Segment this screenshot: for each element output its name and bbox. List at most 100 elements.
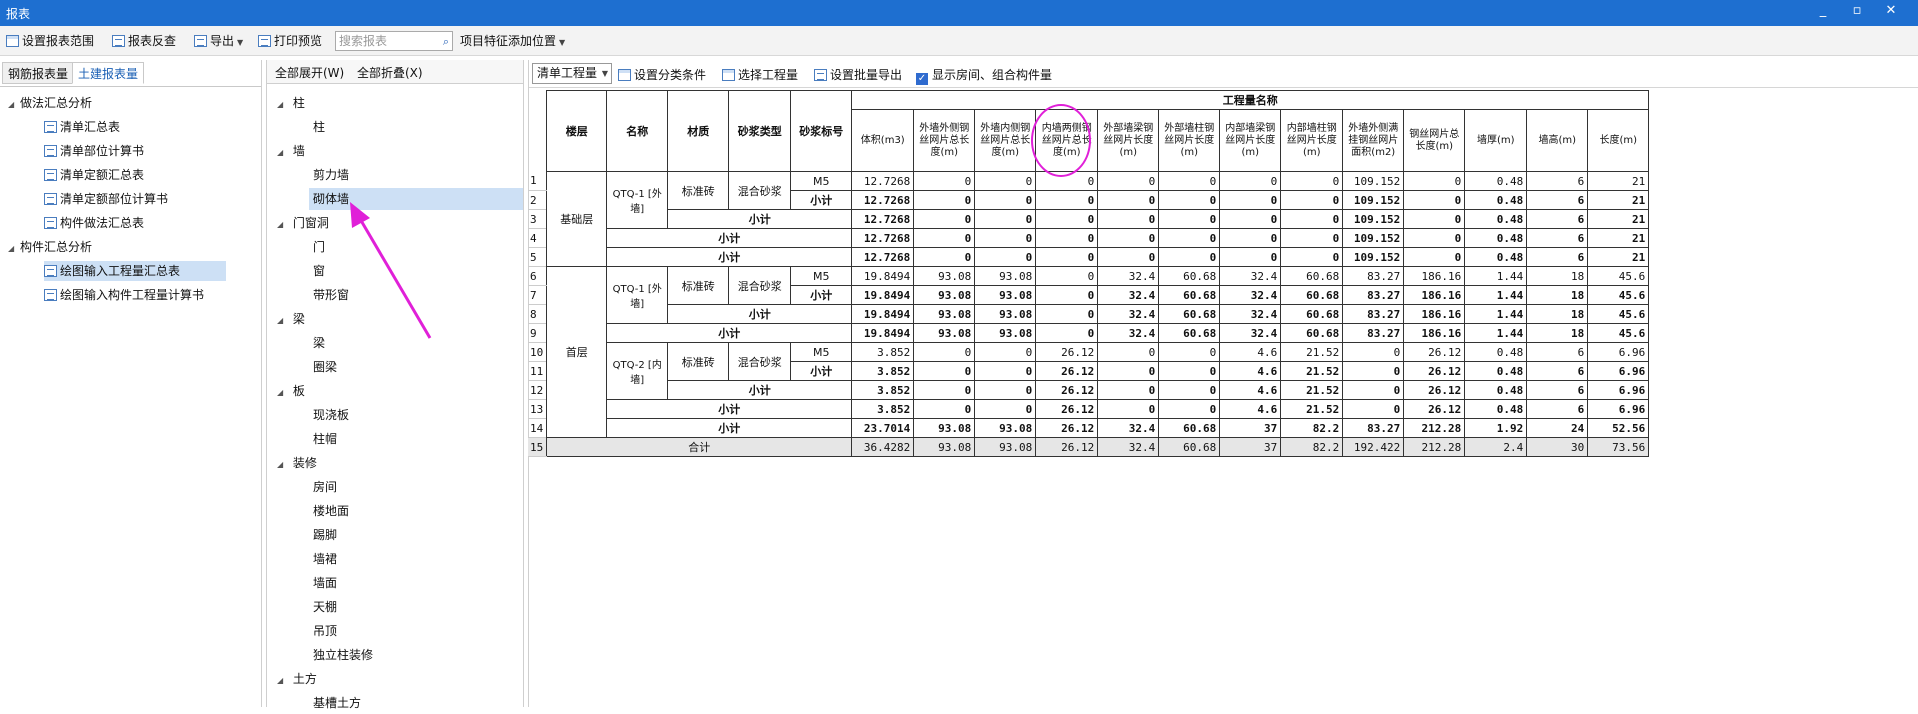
- table-cell[interactable]: 0: [913, 190, 976, 210]
- table-cell[interactable]: 21: [1587, 228, 1650, 248]
- table-cell[interactable]: 0: [1035, 171, 1099, 191]
- column-header[interactable]: 内部墙梁钢丝网片长度(m): [1219, 109, 1282, 172]
- table-cell[interactable]: 93.08: [974, 437, 1037, 457]
- table-cell[interactable]: 0: [974, 171, 1037, 191]
- tree-leaf[interactable]: 天棚: [313, 596, 337, 618]
- table-row[interactable]: 6 首层 QTQ-1 [外墙] 标准砖 混合砂浆 M5 19.8494 93.08…: [528, 266, 1650, 438]
- column-header[interactable]: 钢丝网片总长度(m): [1403, 109, 1466, 172]
- cell-subtotal-label[interactable]: 小计: [606, 399, 853, 419]
- table-cell[interactable]: 0: [1035, 304, 1099, 324]
- table-row[interactable]: 12 小计 3.852 0 0 26.12 0 0 4.6 21.52 0 26.12 0.48 6 6…: [528, 380, 1650, 400]
- table-cell[interactable]: 0: [1219, 247, 1282, 267]
- cell-material[interactable]: 标准砖: [667, 342, 730, 381]
- table-row[interactable]: 5 小计 12.7268 0 0 0 0 0 0 0 109.152 0 0.48 6 21: [528, 247, 1650, 267]
- tree-group-method-summary[interactable]: ◢ 做法汇总分析: [8, 93, 92, 113]
- expand-icon[interactable]: ◢: [277, 94, 289, 116]
- column-header[interactable]: 外部墙梁钢丝网片长度(m): [1097, 109, 1160, 172]
- table-cell[interactable]: 26.12: [1035, 418, 1099, 438]
- table-cell[interactable]: 93.08: [913, 323, 976, 343]
- tab-rebar-report[interactable]: 钢筋报表量: [2, 62, 75, 84]
- table-cell[interactable]: 0: [1035, 285, 1099, 305]
- table-cell[interactable]: 0: [974, 380, 1037, 400]
- table-cell[interactable]: 192.422: [1342, 437, 1405, 457]
- choose-quantity-button[interactable]: 选择工程量: [722, 66, 798, 83]
- table-cell[interactable]: 1.44: [1464, 323, 1528, 343]
- cell-mortar-grade[interactable]: M5: [790, 171, 853, 191]
- table-cell[interactable]: 6.96: [1587, 342, 1650, 362]
- table-cell[interactable]: 0: [1280, 247, 1344, 267]
- table-cell[interactable]: 12.7268: [851, 190, 915, 210]
- table-row[interactable]: 8 小计 19.8494 93.08 93.08 0 32.4 60.68 32.4 60.6…: [528, 304, 1650, 324]
- table-cell[interactable]: 19.8494: [851, 323, 915, 343]
- collapse-all-button[interactable]: 全部折叠(X): [357, 64, 423, 81]
- tree-leaf[interactable]: 剪力墙: [313, 164, 349, 186]
- table-cell[interactable]: 32.4: [1219, 323, 1282, 343]
- table-cell[interactable]: 32.4: [1097, 304, 1160, 324]
- table-cell[interactable]: 0.48: [1464, 399, 1528, 419]
- add-position-dropdown[interactable]: 项目特征添加位置 ▼: [460, 32, 565, 50]
- set-range-button[interactable]: 设置报表范围: [6, 32, 94, 50]
- table-cell[interactable]: 21: [1587, 190, 1650, 210]
- table-cell[interactable]: 4.6: [1219, 342, 1282, 362]
- table-cell[interactable]: 6: [1526, 380, 1589, 400]
- table-cell[interactable]: 0.48: [1464, 171, 1528, 191]
- table-cell[interactable]: 19.8494: [851, 266, 915, 286]
- table-cell[interactable]: 83.27: [1342, 304, 1405, 324]
- group-finishes[interactable]: ◢ 装修: [277, 452, 317, 474]
- table-cell[interactable]: 93.08: [974, 285, 1037, 305]
- table-cell[interactable]: 19.8494: [851, 304, 915, 324]
- table-row-total[interactable]: 15 合计 36.4282 93.08 93.08 26.12 32.4 60.68 37 8…: [528, 437, 1650, 457]
- table-cell[interactable]: 109.152: [1342, 171, 1405, 191]
- table-cell[interactable]: 0: [913, 209, 976, 229]
- table-cell[interactable]: 21: [1587, 247, 1650, 267]
- search-input[interactable]: 搜索报表 ⌕: [335, 31, 453, 51]
- table-cell[interactable]: 0.48: [1464, 380, 1528, 400]
- table-cell[interactable]: 32.4: [1097, 323, 1160, 343]
- tree-leaf[interactable]: 窗: [313, 260, 325, 282]
- table-cell[interactable]: 0: [974, 342, 1037, 362]
- table-cell[interactable]: 0: [1158, 209, 1221, 229]
- table-cell[interactable]: 26.12: [1403, 399, 1466, 419]
- cell-mortar-type[interactable]: 混合砂浆: [728, 266, 792, 305]
- table-cell[interactable]: 12.7268: [851, 228, 915, 248]
- table-cell[interactable]: 3.852: [851, 399, 915, 419]
- tree-item-report[interactable]: 绘图输入构件工程量计算书: [44, 285, 204, 305]
- table-cell[interactable]: 21: [1587, 171, 1650, 191]
- table-cell[interactable]: 60.68: [1280, 285, 1344, 305]
- table-cell[interactable]: 26.12: [1035, 361, 1099, 381]
- table-cell[interactable]: 93.08: [974, 266, 1037, 286]
- table-cell[interactable]: 0: [913, 380, 976, 400]
- table-cell[interactable]: 3.852: [851, 342, 915, 362]
- table-cell[interactable]: 0: [1403, 171, 1466, 191]
- cell-mortar-grade[interactable]: M5: [790, 342, 853, 362]
- minimize-button[interactable]: _: [1812, 3, 1834, 18]
- table-cell[interactable]: 0: [1158, 190, 1221, 210]
- table-cell[interactable]: 21.52: [1280, 399, 1344, 419]
- tree-item-report[interactable]: 清单定额部位计算书: [44, 189, 168, 209]
- tree-leaf[interactable]: 房间: [313, 476, 337, 498]
- table-cell[interactable]: 2.4: [1464, 437, 1528, 457]
- tree-leaf[interactable]: 踢脚: [313, 524, 337, 546]
- table-cell[interactable]: 0.48: [1464, 228, 1528, 248]
- table-cell[interactable]: 6: [1526, 399, 1589, 419]
- table-cell[interactable]: 18: [1526, 266, 1589, 286]
- table-cell[interactable]: 0: [1097, 399, 1160, 419]
- table-cell[interactable]: 83.27: [1342, 285, 1405, 305]
- tree-leaf[interactable]: 楼地面: [313, 500, 349, 522]
- cell-subtotal-label[interactable]: 小计: [606, 418, 853, 438]
- table-cell[interactable]: 6: [1526, 247, 1589, 267]
- cell-material[interactable]: 标准砖: [667, 171, 730, 210]
- table-cell[interactable]: 186.16: [1403, 323, 1466, 343]
- group-column[interactable]: ◢ 柱: [277, 92, 305, 114]
- table-cell[interactable]: 1.44: [1464, 304, 1528, 324]
- table-cell[interactable]: 6: [1526, 228, 1589, 248]
- table-cell[interactable]: 32.4: [1097, 266, 1160, 286]
- table-cell[interactable]: 0: [1342, 399, 1405, 419]
- cell-subtotal-label[interactable]: 小计: [790, 190, 853, 210]
- table-cell[interactable]: 45.6: [1587, 323, 1650, 343]
- table-cell[interactable]: 0: [1219, 171, 1282, 191]
- table-cell[interactable]: 0: [974, 228, 1037, 248]
- table-cell[interactable]: 0: [1280, 190, 1344, 210]
- table-cell[interactable]: 21.52: [1280, 361, 1344, 381]
- group-beam[interactable]: ◢ 梁: [277, 308, 305, 330]
